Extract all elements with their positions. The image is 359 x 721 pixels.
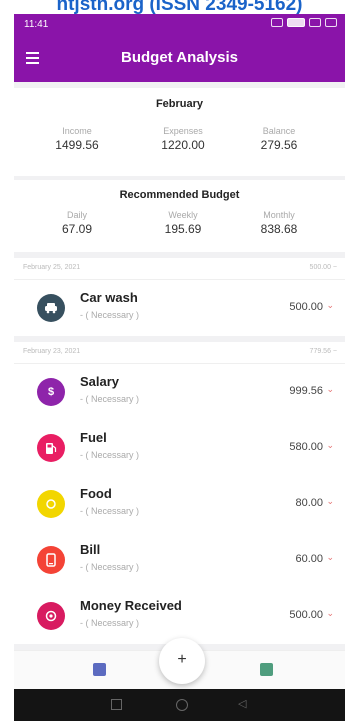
chevron-down-icon[interactable]: ⌄	[326, 440, 334, 451]
weekly-stat: Weekly 195.69	[138, 210, 228, 236]
list-icon[interactable]	[93, 663, 106, 676]
transaction-tag: - ( Necessary )	[80, 618, 140, 628]
weekly-value: 195.69	[164, 222, 202, 236]
transaction-tag: - ( Necessary )	[80, 310, 140, 320]
group-total: 779.56 −	[309, 348, 337, 355]
notification-icon	[271, 18, 283, 27]
income-value: 1499.56	[55, 138, 99, 152]
balance-label: Balance	[262, 126, 296, 136]
chevron-down-icon[interactable]: ⌄	[326, 608, 334, 619]
recommended-title: Recommended Budget	[119, 189, 240, 201]
recommended-budget-card: Recommended Budget Daily 67.09 Weekly 19…	[14, 180, 345, 252]
network-icon	[287, 18, 305, 27]
chevron-down-icon[interactable]: ⌄	[326, 552, 334, 563]
transaction-name: Fuel	[80, 430, 107, 445]
transaction-amount: 580.00	[289, 441, 323, 453]
transaction-row-food[interactable]: Food - ( Necessary ) 80.00 ⌄	[14, 476, 345, 532]
transaction-row-money-received[interactable]: Money Received - ( Necessary ) 500.00 ⌄	[14, 588, 345, 644]
group-date: February 25, 2021	[23, 264, 81, 271]
chevron-down-icon[interactable]: ⌄	[326, 300, 334, 311]
daily-value: 67.09	[61, 222, 93, 236]
status-time: 11:41	[24, 19, 49, 30]
page-title: Budget Analysis	[121, 49, 238, 66]
analytics-icon[interactable]	[260, 663, 273, 676]
money-icon	[37, 602, 65, 630]
transaction-row-fuel[interactable]: Fuel - ( Necessary ) 580.00 ⌄	[14, 420, 345, 476]
monthly-value: 838.68	[260, 222, 298, 236]
transaction-amount: 60.00	[295, 553, 323, 565]
monthly-label: Monthly	[263, 210, 295, 220]
transaction-amount: 999.56	[289, 385, 323, 397]
group-date: February 23, 2021	[23, 348, 81, 355]
add-transaction-button[interactable]: +	[159, 638, 205, 684]
balance-value: 279.56	[260, 138, 298, 152]
transaction-name: Salary	[80, 374, 120, 389]
transaction-amount: 500.00	[289, 609, 323, 621]
recents-icon[interactable]	[111, 699, 122, 710]
transaction-tag: - ( Necessary )	[80, 506, 140, 516]
month-summary-card: February Income 1499.56 Expenses 1220.00…	[14, 88, 345, 176]
car-icon	[37, 294, 65, 322]
back-icon[interactable]: ◁	[238, 697, 246, 710]
transaction-tag: - ( Necessary )	[80, 562, 140, 572]
food-icon	[37, 490, 65, 518]
transaction-name: Money Received	[80, 598, 182, 613]
transaction-name: Food	[80, 486, 112, 501]
status-bar: 11:41	[14, 14, 345, 34]
transaction-amount: 80.00	[295, 497, 323, 509]
date-group-header[interactable]: February 23, 2021 779.56 −	[14, 342, 345, 364]
system-navigation-bar: ◁	[14, 689, 345, 721]
transaction-tag: - ( Necessary )	[80, 394, 140, 404]
chevron-down-icon[interactable]: ⌄	[326, 384, 334, 395]
expenses-label: Expenses	[163, 126, 203, 136]
transaction-amount: 500.00	[289, 301, 323, 313]
month-title: February	[155, 98, 204, 110]
home-icon[interactable]	[176, 699, 188, 711]
transaction-tag: - ( Necessary )	[80, 450, 140, 460]
transaction-row-bill[interactable]: Bill - ( Necessary ) 60.00 ⌄	[14, 532, 345, 588]
battery-icon	[325, 18, 337, 27]
weekly-label: Weekly	[168, 210, 198, 220]
phone-screen: 11:41 Budget Analysis February Income 14…	[14, 14, 345, 721]
dollar-icon: $	[37, 378, 65, 406]
transaction-row-salary[interactable]: $ Salary - ( Necessary ) 999.56 ⌄	[14, 364, 345, 420]
daily-stat: Daily 67.09	[32, 210, 122, 236]
group-total: 500.00 −	[309, 264, 337, 271]
expenses-value: 1220.00	[161, 138, 205, 152]
date-group-header[interactable]: February 25, 2021 500.00 −	[14, 258, 345, 280]
transaction-row-car-wash[interactable]: Car wash - ( Necessary ) 500.00 ⌄	[14, 280, 345, 336]
expenses-stat: Expenses 1220.00	[138, 126, 228, 152]
status-icons	[271, 18, 337, 27]
app-bar: Budget Analysis	[14, 34, 345, 82]
income-stat: Income 1499.56	[32, 126, 122, 152]
balance-stat: Balance 279.56	[234, 126, 324, 152]
monthly-stat: Monthly 838.68	[234, 210, 324, 236]
transaction-name: Car wash	[80, 290, 138, 305]
bill-icon	[37, 546, 65, 574]
daily-label: Daily	[66, 210, 87, 220]
fuel-icon	[37, 434, 65, 462]
signal-icon	[309, 18, 321, 27]
income-label: Income	[62, 126, 92, 136]
chevron-down-icon[interactable]: ⌄	[326, 496, 334, 507]
transaction-name: Bill	[80, 542, 101, 557]
